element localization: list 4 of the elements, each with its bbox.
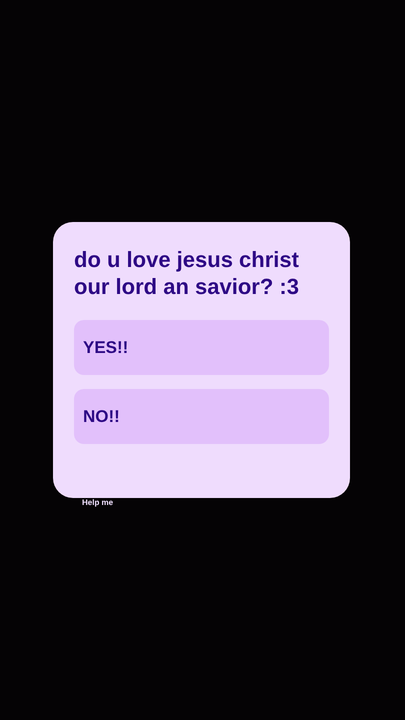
caption-text: Help me <box>82 498 114 507</box>
option-button[interactable]: YES!! <box>74 320 329 375</box>
option-button[interactable]: NO!! <box>74 389 329 444</box>
question-text: do u love jesus christ our lord an savior? :3 <box>74 246 300 300</box>
